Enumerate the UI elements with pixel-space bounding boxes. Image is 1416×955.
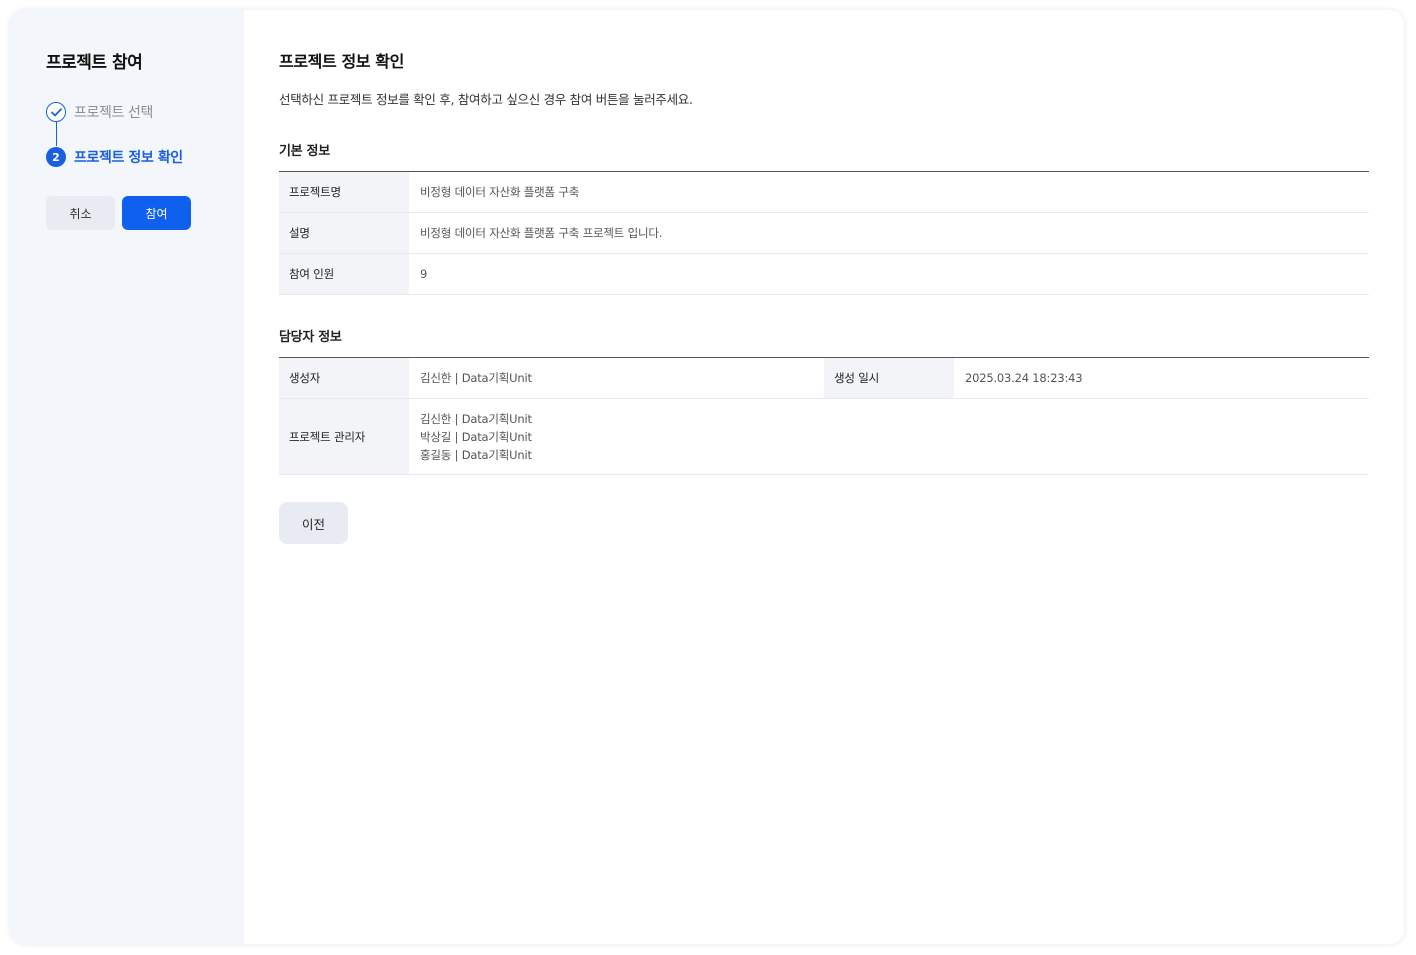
manager-info-heading: 담당자 정보 <box>279 330 342 345</box>
member-count-label: 참여 인원 <box>279 253 409 295</box>
sidebar-title: 프로젝트 참여 <box>46 53 143 73</box>
step-number: 2 <box>46 147 66 167</box>
step-project-select[interactable]: 프로젝트 선택 <box>46 101 244 123</box>
admin-item: 홍길동 | Data기획Unit <box>420 448 532 462</box>
table-row: 설명 비정형 데이터 자산화 플랫폼 구축 프로젝트 입니다. <box>279 212 1369 254</box>
basic-info-table: 프로젝트명 비정형 데이터 자산화 플랫폼 구축 설명 비정형 데이터 자산화 … <box>279 171 1369 295</box>
join-button[interactable]: 참여 <box>122 196 191 230</box>
member-count-value: 9 <box>409 253 1369 295</box>
prev-button[interactable]: 이전 <box>279 502 348 544</box>
page-description: 선택하신 프로젝트 정보를 확인 후, 참여하고 싶으신 경우 참여 버튼을 눌… <box>279 92 693 107</box>
creator-value: 김신한 | Data기획Unit <box>409 357 824 399</box>
basic-info-heading: 기본 정보 <box>279 144 330 159</box>
step-connector <box>55 121 58 146</box>
admin-item: 김신한 | Data기획Unit <box>420 412 532 426</box>
admin-item: 박상길 | Data기획Unit <box>420 430 532 444</box>
app-window: 프로젝트 참여 프로젝트 선택 2 프로젝트 정보 확인 취소 참여 프로젝트 … <box>10 10 1404 944</box>
created-at-label: 생성 일시 <box>824 357 954 399</box>
table-row: 프로젝트 관리자 김신한 | Data기획Unit 박상길 | Data기획Un… <box>279 398 1369 475</box>
sidebar-actions: 취소 참여 <box>46 196 244 230</box>
description-value: 비정형 데이터 자산화 플랫폼 구축 프로젝트 입니다. <box>409 212 1369 254</box>
created-at-value: 2025.03.24 18:23:43 <box>954 357 1369 399</box>
cancel-button[interactable]: 취소 <box>46 196 115 230</box>
admins-label: 프로젝트 관리자 <box>279 398 409 475</box>
step-label: 프로젝트 선택 <box>74 105 153 121</box>
sidebar: 프로젝트 참여 프로젝트 선택 2 프로젝트 정보 확인 취소 참여 <box>10 10 244 944</box>
project-name-label: 프로젝트명 <box>279 171 409 213</box>
admin-list: 김신한 | Data기획Unit 박상길 | Data기획Unit 홍길동 | … <box>420 399 1369 474</box>
check-icon <box>46 102 66 122</box>
main-content: 프로젝트 정보 확인 선택하신 프로젝트 정보를 확인 후, 참여하고 싶으신 … <box>244 10 1404 944</box>
admins-value: 김신한 | Data기획Unit 박상길 | Data기획Unit 홍길동 | … <box>409 398 1369 475</box>
step-project-info: 2 프로젝트 정보 확인 <box>46 146 244 168</box>
page-title: 프로젝트 정보 확인 <box>279 52 404 71</box>
project-name-value: 비정형 데이터 자산화 플랫폼 구축 <box>409 171 1369 213</box>
table-row: 프로젝트명 비정형 데이터 자산화 플랫폼 구축 <box>279 171 1369 213</box>
table-row: 생성자 김신한 | Data기획Unit 생성 일시 2025.03.24 18… <box>279 357 1369 399</box>
stepper: 프로젝트 선택 2 프로젝트 정보 확인 <box>46 101 244 168</box>
step-label: 프로젝트 정보 확인 <box>74 150 183 166</box>
creator-label: 생성자 <box>279 357 409 399</box>
table-row: 참여 인원 9 <box>279 253 1369 295</box>
description-label: 설명 <box>279 212 409 254</box>
manager-info-table: 생성자 김신한 | Data기획Unit 생성 일시 2025.03.24 18… <box>279 357 1369 475</box>
